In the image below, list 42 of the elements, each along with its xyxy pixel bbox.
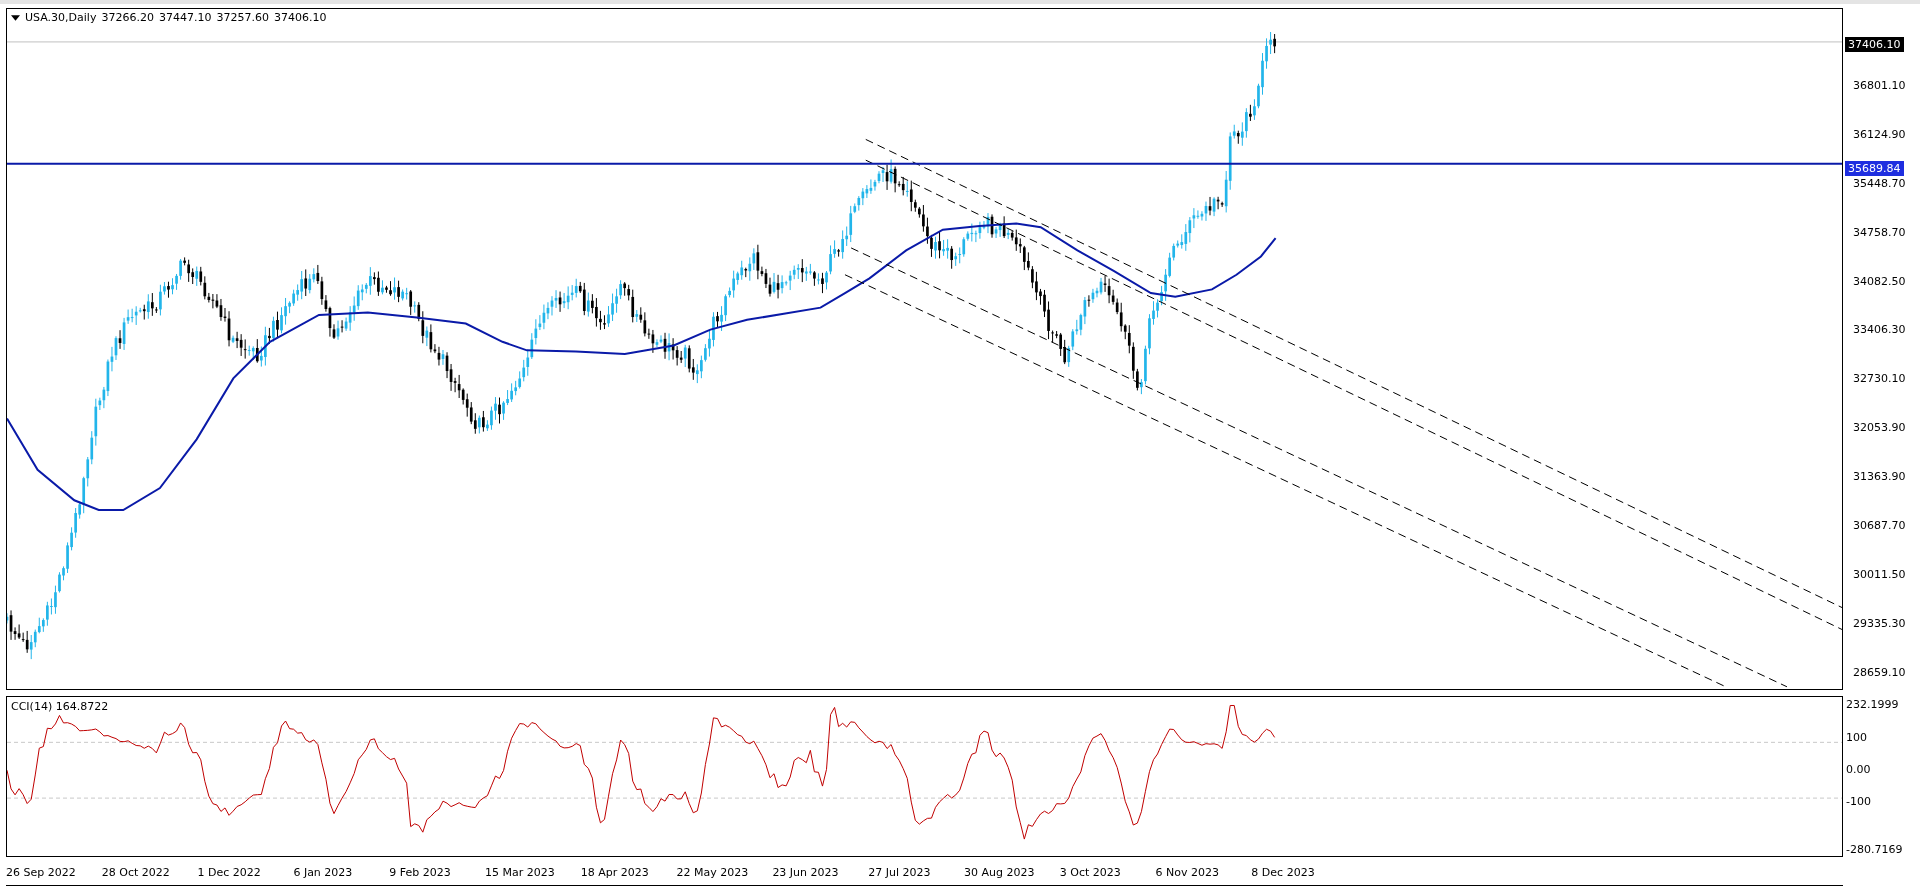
current-price-tag: 37406.10 bbox=[1845, 37, 1904, 52]
date-axis-label: 6 Nov 2023 bbox=[1155, 865, 1221, 879]
indicator-axis-label: 0.00 bbox=[1846, 763, 1871, 777]
price-axis-label: 34758.70 bbox=[1853, 225, 1906, 240]
price-axis-label: 30687.70 bbox=[1853, 519, 1906, 533]
date-axis-label: 9 Feb 2023 bbox=[389, 865, 452, 879]
price-axis-label: 33406.30 bbox=[1853, 323, 1906, 338]
date-axis-label: 22 May 2023 bbox=[676, 865, 750, 879]
level-price-tag: 35689.84 bbox=[1845, 161, 1904, 176]
date-axis-label: 30 Aug 2023 bbox=[963, 865, 1036, 879]
indicator-axis-label: -280.7169 bbox=[1846, 843, 1903, 857]
indicator-axis-label: 232.1999 bbox=[1846, 698, 1899, 712]
horizontal-level-line[interactable] bbox=[7, 162, 1842, 165]
date-axis-label: 28 Oct 2022 bbox=[101, 865, 171, 879]
symbol-label: USA.30,Daily bbox=[25, 11, 97, 24]
date-axis-label: 18 Apr 2023 bbox=[580, 865, 650, 879]
date-axis-label: 6 Jan 2023 bbox=[293, 865, 354, 879]
price-axis-label: 32053.90 bbox=[1853, 421, 1906, 436]
indicator-axis-label: -100 bbox=[1846, 795, 1871, 809]
date-axis-label: 15 Mar 2023 bbox=[485, 865, 556, 879]
price-axis-label: 28659.10 bbox=[1853, 665, 1906, 680]
price-axis-label: 36801.10 bbox=[1853, 79, 1906, 93]
indicator-axis-label: 100 bbox=[1846, 731, 1867, 745]
date-axis-label: 1 Dec 2022 bbox=[197, 865, 262, 879]
price-value: 37266.20 bbox=[101, 11, 154, 24]
date-axis-label: 8 Dec 2023 bbox=[1251, 865, 1316, 879]
price-value: 37406.10 bbox=[273, 11, 327, 24]
price-value: 37447.10 bbox=[158, 11, 212, 24]
price-axis-label: 30011.50 bbox=[1853, 567, 1906, 582]
price-axis-label: 36124.90 bbox=[1853, 127, 1906, 142]
date-axis-label: 3 Oct 2023 bbox=[1059, 865, 1122, 879]
price-axis-label: 35448.70 bbox=[1853, 176, 1906, 191]
price-axis-label: 29335.30 bbox=[1853, 616, 1906, 631]
price-axis-label: 34082.50 bbox=[1853, 274, 1906, 289]
date-axis-label: 26 Sep 2022 bbox=[6, 865, 77, 879]
indicator-label: CCI(14) 164.8722 bbox=[11, 700, 109, 714]
price-value: 37257.60 bbox=[216, 11, 269, 24]
date-axis-label: 23 Jun 2023 bbox=[772, 865, 840, 879]
price-axis-label: 32730.10 bbox=[1853, 372, 1906, 387]
collapse-triangle-icon[interactable] bbox=[11, 14, 20, 21]
date-axis-label: 27 Jul 2023 bbox=[868, 865, 932, 879]
price-axis-label: 31363.90 bbox=[1853, 470, 1906, 485]
